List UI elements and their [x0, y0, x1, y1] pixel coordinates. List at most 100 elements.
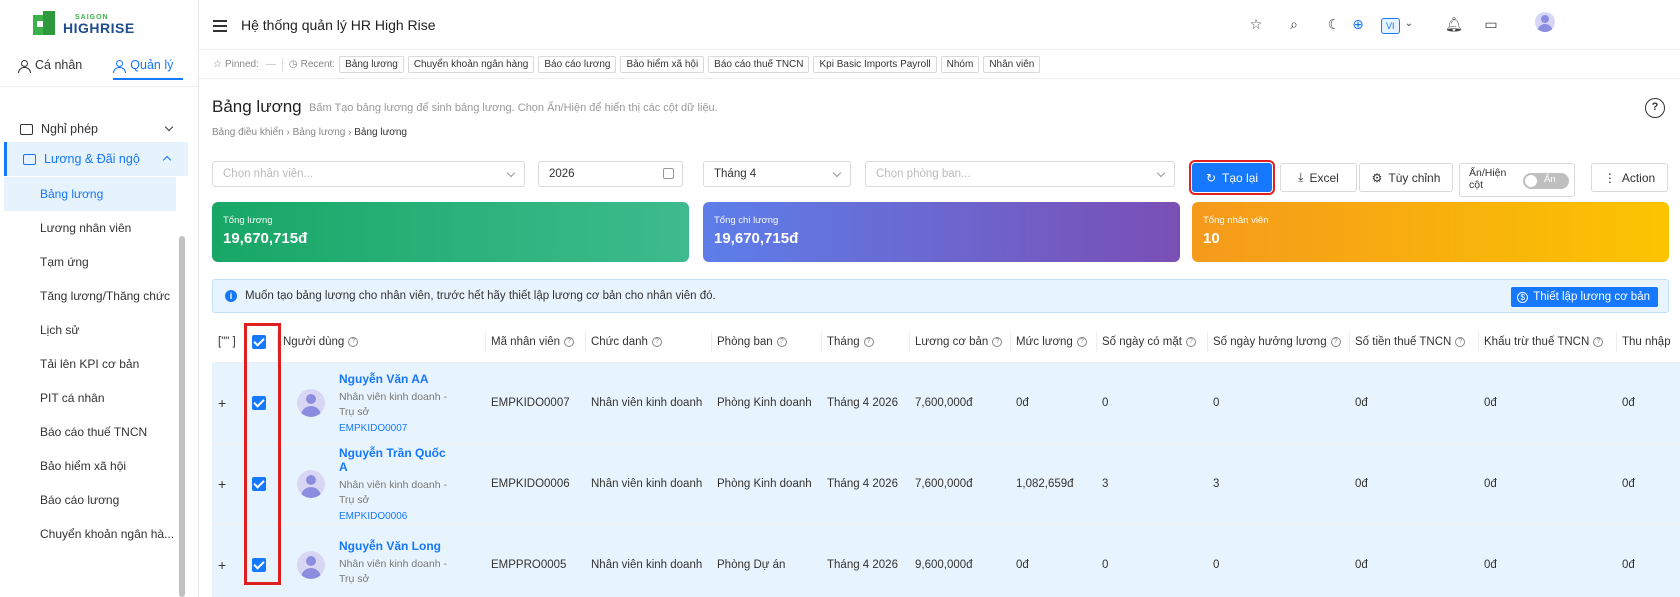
table-header-row: ["" ] Người dùng? Mã nhân viên? Chức dan…	[212, 322, 1680, 363]
column-visibility-label: Ẩn/Hiện cột	[1469, 167, 1507, 191]
regenerate-button[interactable]: ↻ Tạo lại	[1189, 160, 1275, 195]
cell-base-salary: 7,600,000đ	[909, 362, 1010, 444]
tab-personal[interactable]: Cá nhân	[18, 58, 82, 80]
chevron-down-icon[interactable]: ⌄	[1401, 16, 1417, 32]
column-header[interactable]: Mã nhân viên?	[485, 322, 585, 363]
sidebar-item-history[interactable]: Lịch sử	[4, 313, 176, 347]
calendar-icon[interactable]: ▭	[1483, 16, 1499, 32]
recent-chip[interactable]: Nhân viên	[983, 56, 1041, 73]
row-checkbox[interactable]	[252, 557, 266, 572]
plus-icon[interactable]: +	[218, 476, 226, 492]
column-header[interactable]: Mức lương?	[1010, 322, 1096, 363]
help-icon[interactable]: ?	[651, 336, 662, 347]
help-icon[interactable]: ?	[1076, 336, 1087, 347]
cell-month: Tháng 4 2026	[821, 362, 909, 444]
customize-button[interactable]: ⚙ Tùy chỉnh	[1359, 163, 1453, 192]
sidebar-item-insurance[interactable]: Bảo hiểm xã hội	[4, 449, 176, 483]
search-icon[interactable]: ⌕	[1286, 16, 1302, 32]
page-title: Bảng lương	[212, 97, 302, 116]
plus-icon[interactable]: +	[218, 395, 226, 411]
excel-button[interactable]: ⤓ Excel	[1280, 163, 1357, 192]
language-selector[interactable]: VI	[1381, 18, 1400, 34]
recent-chip[interactable]: Chuyển khoản ngân hàng	[407, 56, 535, 73]
alert-text: Muốn tạo bảng lương cho nhân viên, trước…	[245, 290, 716, 302]
recent-chip[interactable]: Kpi Basic Imports Payroll	[813, 56, 937, 73]
table-row[interactable]: + Nguyễn Văn Long Nhân viên kinh doanh -…	[212, 524, 1680, 597]
employee-select[interactable]: Chọn nhân viên...	[212, 161, 525, 187]
plus-circle-icon[interactable]: ⊕	[1350, 16, 1366, 32]
expand-cell: +	[212, 443, 246, 525]
breadcrumb-item[interactable]: Bảng lương	[293, 127, 346, 138]
recent-chip[interactable]: Báo cáo lương	[538, 56, 617, 73]
user-role: Nhân viên kinh doanh - Trụ sở	[339, 558, 447, 585]
avatar[interactable]	[1535, 12, 1555, 32]
column-header[interactable]: Chức danh?	[585, 322, 711, 363]
help-icon[interactable]: ?	[1645, 98, 1665, 118]
help-icon[interactable]: ?	[1455, 336, 1466, 347]
user-code-link[interactable]: EMPKIDO0007	[339, 423, 457, 434]
table-row[interactable]: + Nguyễn Trần Quốc A Nhân viên kinh doan…	[212, 443, 1680, 525]
sidebar-item-advance[interactable]: Tạm ứng	[4, 245, 176, 279]
help-icon[interactable]: ?	[992, 336, 1003, 347]
column-header[interactable]: Số tiền thuế TNCN?	[1349, 322, 1478, 363]
bell-icon[interactable]: 🔔︎	[1445, 16, 1463, 32]
user-code-link[interactable]: EMPKIDO0006	[339, 511, 457, 522]
breadcrumb-item[interactable]: Bảng điều khiển	[212, 127, 284, 138]
toggle-knob	[1525, 175, 1537, 187]
plus-icon[interactable]: +	[218, 557, 226, 573]
sidebar-item-bank-transfer[interactable]: Chuyển khoản ngân hà...	[4, 517, 176, 551]
sidebar-item-promotion[interactable]: Tăng lương/Thăng chức	[4, 279, 176, 313]
column-header[interactable]: Số ngày hưởng lương?	[1207, 322, 1349, 363]
year-picker[interactable]: 2026	[538, 161, 683, 187]
help-icon[interactable]: ?	[348, 336, 359, 347]
user-name-link[interactable]: Nguyễn Văn Long	[339, 539, 457, 553]
month-select[interactable]: Tháng 4	[703, 161, 851, 187]
sidebar-item-tax-report[interactable]: Báo cáo thuế TNCN	[4, 415, 176, 449]
row-checkbox[interactable]	[252, 395, 266, 410]
sidebar-scrollbar[interactable]	[179, 236, 185, 597]
brand-logo[interactable]: SAIGON HIGHRISE	[33, 11, 135, 37]
help-icon[interactable]: ?	[1185, 336, 1196, 347]
sidebar-item-payroll[interactable]: Bảng lương	[4, 177, 176, 211]
department-select[interactable]: Chọn phòng ban...	[865, 161, 1175, 187]
action-button[interactable]: ⋮ Action	[1591, 163, 1668, 192]
recent-chip[interactable]: Bảo hiểm xã hội	[620, 56, 705, 73]
recent-chip[interactable]: Nhóm	[940, 56, 980, 73]
menu-icon[interactable]	[213, 20, 227, 32]
sidebar-item-employee-salary[interactable]: Lương nhân viên	[4, 211, 176, 245]
help-icon[interactable]: ?	[1330, 336, 1341, 347]
column-header[interactable]: Khấu trừ thuế TNCN?	[1478, 322, 1616, 363]
recent-chip[interactable]: Bảng lương	[339, 56, 404, 73]
row-checkbox[interactable]	[252, 476, 266, 491]
user-name-link[interactable]: Nguyễn Trần Quốc A	[339, 446, 457, 474]
sidebar-item-salary-report[interactable]: Báo cáo lương	[4, 483, 176, 517]
toggle-switch[interactable]: Ẩn	[1523, 173, 1569, 189]
clock-icon: ◷	[288, 59, 298, 70]
help-icon[interactable]: ?	[863, 336, 874, 347]
recent-chip[interactable]: Báo cáo thuế TNCN	[708, 56, 810, 73]
column-header[interactable]: Người dùng?	[277, 322, 485, 363]
select-all-checkbox[interactable]	[252, 334, 266, 349]
column-header-label: Người dùng	[283, 335, 345, 348]
avatar	[297, 550, 325, 579]
help-icon[interactable]: ?	[564, 336, 575, 347]
cell-department: Phòng Kinh doanh	[711, 443, 821, 525]
column-header[interactable]: Thu nhập	[1616, 322, 1680, 363]
column-header[interactable]: Tháng?	[821, 322, 909, 363]
setup-base-salary-button[interactable]: $ Thiết lập lương cơ bản	[1511, 287, 1658, 307]
help-icon[interactable]: ?	[776, 336, 787, 347]
user-name-link[interactable]: Nguyễn Văn AA	[339, 372, 457, 386]
column-header[interactable]: Lương cơ bản?	[909, 322, 1010, 363]
sidebar-item-kpi-upload[interactable]: Tải lên KPI cơ bản	[4, 347, 176, 381]
tab-management[interactable]: Quản lý	[113, 58, 184, 80]
help-icon[interactable]: ?	[1593, 336, 1604, 347]
table-row[interactable]: + Nguyễn Văn AA Nhân viên kinh doanh - T…	[212, 362, 1680, 444]
moon-icon[interactable]: ☾	[1326, 16, 1342, 32]
column-visibility-toggle[interactable]: Ẩn/Hiện cột Ẩn	[1459, 163, 1575, 197]
menu-group-leave[interactable]: Nghỉ phép	[0, 112, 190, 146]
column-header[interactable]: Số ngày có mặt?	[1096, 322, 1207, 363]
star-icon[interactable]: ☆	[1248, 16, 1264, 32]
sidebar-item-pit[interactable]: PIT cá nhân	[4, 381, 176, 415]
column-header[interactable]: Phòng ban?	[711, 322, 821, 363]
menu-group-salary[interactable]: Lương & Đãi ngộ	[4, 142, 188, 176]
